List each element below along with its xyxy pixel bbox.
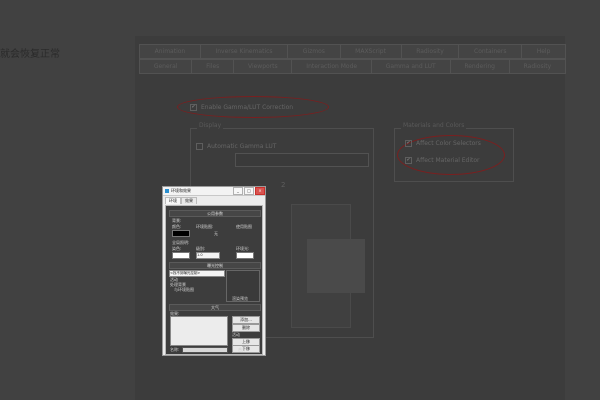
tab-help[interactable]: Help [521, 44, 567, 59]
radio-icon [196, 143, 203, 150]
tab-gamma-and-lut[interactable]: Gamma and LUT [370, 59, 451, 74]
checkmark-icon: ✔ [405, 157, 412, 164]
env-map-label: 环境贴图: [196, 224, 214, 229]
display-group-title: Display [197, 122, 224, 129]
tint-color-swatch[interactable] [172, 252, 190, 259]
atmosphere-header[interactable]: 大气 [169, 304, 261, 311]
checkmark-icon: ✔ [405, 140, 412, 147]
tab-animation[interactable]: Animation [139, 44, 201, 59]
merge-button[interactable]: 合并 [238, 347, 246, 353]
gamma-value-spinner[interactable]: 2 [281, 181, 285, 189]
tab-containers[interactable]: Containers [458, 44, 523, 59]
close-button[interactable]: × [255, 187, 265, 195]
render-preview-button[interactable]: 渲染预览 [232, 296, 248, 302]
tab-radiosity-2[interactable]: Radiosity [508, 59, 567, 74]
tab-environment[interactable]: 环境 [165, 197, 181, 204]
enable-gamma-checkbox[interactable]: ✔ Enable Gamma/LUT Correction [190, 104, 293, 111]
materials-group-title: Materials and Colors [401, 122, 467, 129]
tab-gizmos[interactable]: Gizmos [287, 44, 341, 59]
background-color-swatch[interactable] [172, 230, 190, 237]
lut-path-field[interactable] [235, 153, 369, 167]
tab-row-1: Animation Inverse Kinematics Gizmos MAXS… [139, 44, 567, 59]
common-params-header[interactable]: 公用参数 [169, 210, 261, 217]
minimize-button[interactable]: _ [233, 187, 243, 195]
preference-tabs: Animation Inverse Kinematics Gizmos MAXS… [139, 44, 567, 74]
display-gamma-radio[interactable]: Automatic Gamma LUT [196, 143, 276, 150]
tab-general[interactable]: General [139, 59, 193, 74]
tab-row-2: General Files Viewports Interaction Mode… [139, 59, 567, 74]
level-spinner[interactable]: 1.0 [196, 252, 220, 259]
env-tabs: 环境 效果 [163, 197, 265, 204]
tab-rendering[interactable]: Rendering [449, 59, 510, 74]
exposure-control-header[interactable]: 曝光控制 [169, 262, 261, 269]
env-body: 公用参数 背景: 颜色: 环境贴图: 使用贴图 无 全局照明: 染色: 级别: … [165, 205, 263, 355]
effects-list[interactable] [170, 316, 228, 346]
affect-material-editor-label: Affect Material Editor [416, 157, 480, 164]
move-down-button[interactable]: 下移 [232, 345, 260, 353]
tab-files[interactable]: Files [191, 59, 235, 74]
use-map-checkbox[interactable]: 使用贴图 [236, 224, 252, 230]
tab-radiosity-1[interactable]: Radiosity [400, 44, 460, 59]
and-env-map-label: 与环境贴图 [174, 287, 194, 292]
tab-viewports[interactable]: Viewports [233, 59, 293, 74]
add-button[interactable]: 添加... [232, 316, 260, 324]
enable-gamma-label: Enable Gamma/LUT Correction [201, 104, 294, 111]
environment-and-effects-dialog: 环境和效果 _ □ × 环境 效果 公用参数 背景: 颜色: 环境贴图: 使用贴… [162, 186, 266, 356]
name-label: 名称: [170, 347, 180, 352]
tab-effects[interactable]: 效果 [181, 197, 197, 204]
tab-interaction-mode[interactable]: Interaction Mode [291, 59, 372, 74]
affect-color-selectors-label: Affect Color Selectors [416, 140, 481, 147]
maximize-button[interactable]: □ [244, 187, 254, 195]
env-titlebar: 环境和效果 _ □ × [163, 187, 265, 196]
name-field[interactable] [182, 347, 228, 353]
env-map-button[interactable]: 无 [214, 231, 218, 237]
tab-maxscript[interactable]: MAXScript [339, 44, 402, 59]
tab-inverse-kinematics[interactable]: Inverse Kinematics [199, 44, 289, 59]
gamma-preview-inner [307, 239, 365, 293]
exposure-dropdown[interactable]: <找不到曝光控制> [169, 270, 225, 277]
background-side-text: 就会恢复正常 [0, 49, 60, 60]
app-icon [165, 189, 169, 193]
affect-material-editor-checkbox[interactable]: ✔ Affect Material Editor [405, 157, 480, 164]
affect-color-selectors-checkbox[interactable]: ✔ Affect Color Selectors [405, 140, 481, 147]
delete-button[interactable]: 删除 [232, 324, 260, 332]
env-title: 环境和效果 [171, 188, 191, 193]
checkmark-icon: ✔ [190, 104, 197, 111]
ambient-color-swatch[interactable] [236, 252, 254, 259]
display-gamma-label: Automatic Gamma LUT [207, 143, 277, 150]
